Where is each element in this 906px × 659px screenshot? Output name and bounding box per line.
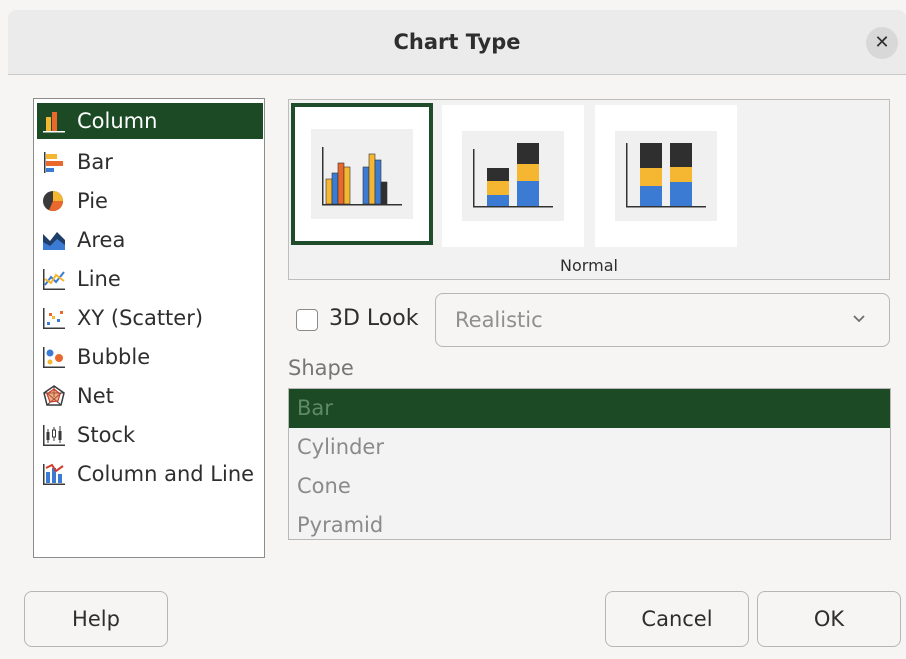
ok-button[interactable]: OK — [757, 591, 901, 647]
cancel-button[interactable]: Cancel — [605, 591, 749, 647]
area-chart-icon — [43, 231, 65, 250]
render-style-dropdown[interactable]: Realistic — [435, 293, 890, 347]
chart-type-stock[interactable]: Stock — [37, 415, 263, 454]
stacked-column-icon — [462, 131, 564, 221]
bar-chart-icon — [44, 151, 63, 173]
chart-type-label: Bar — [77, 149, 113, 174]
shape-label: Shape — [288, 356, 354, 380]
percent-stacked-column-icon — [615, 131, 717, 221]
chart-type-pie[interactable]: Pie — [37, 181, 263, 220]
chart-type-label: Area — [77, 227, 126, 252]
bubble-chart-icon — [43, 346, 65, 368]
column-chart-icon — [43, 112, 65, 133]
chart-type-net[interactable]: Net — [37, 376, 263, 415]
chart-type-label: Column — [77, 109, 158, 133]
shape-item-pyramid[interactable]: Pyramid — [289, 506, 890, 539]
variant-percent-stacked[interactable] — [595, 105, 737, 247]
chart-type-line[interactable]: Line — [37, 259, 263, 298]
close-icon[interactable]: ✕ — [866, 27, 898, 59]
chevron-down-icon — [853, 315, 865, 323]
chart-type-area[interactable]: Area — [37, 220, 263, 259]
title-bar: Chart Type ✕ — [8, 10, 906, 75]
shape-list[interactable]: Bar Cylinder Cone Pyramid — [288, 388, 891, 540]
chart-type-list[interactable]: Column Bar Pie Area Line XY (Scatter) Bu… — [33, 98, 265, 558]
variant-caption: Normal — [560, 256, 618, 275]
shape-item-cone[interactable]: Cone — [289, 467, 890, 506]
variant-normal[interactable] — [291, 103, 433, 245]
pie-chart-icon — [43, 190, 64, 211]
column-line-chart-icon — [43, 463, 65, 485]
line-chart-icon — [43, 268, 65, 290]
variant-stacked[interactable] — [442, 105, 584, 247]
chart-type-label: Line — [77, 266, 121, 291]
shape-item-bar[interactable]: Bar — [289, 389, 890, 428]
normal-column-icon — [311, 129, 413, 219]
chart-type-label: Bubble — [77, 344, 151, 369]
stock-chart-icon — [43, 424, 65, 446]
chart-variants-panel: Normal — [288, 99, 890, 280]
help-button[interactable]: Help — [24, 591, 168, 647]
chart-type-column[interactable]: Column — [37, 103, 263, 139]
3d-look-checkbox[interactable] — [296, 309, 318, 331]
chart-type-label: Column and Line — [77, 461, 255, 486]
shape-item-cylinder[interactable]: Cylinder — [289, 428, 890, 467]
chart-type-xy-scatter[interactable]: XY (Scatter) — [37, 298, 263, 337]
net-chart-icon — [43, 384, 65, 406]
chart-type-bar[interactable]: Bar — [37, 142, 263, 181]
dialog-title: Chart Type — [393, 30, 521, 54]
3d-look-label[interactable]: 3D Look — [329, 306, 418, 331]
chart-type-label: XY (Scatter) — [77, 305, 204, 330]
chart-type-column-and-line[interactable]: Column and Line — [37, 454, 263, 493]
chart-type-label: Stock — [77, 422, 136, 447]
chart-type-dialog: Chart Type ✕ Column Bar Pie Area Line XY… — [0, 0, 906, 659]
scatter-chart-icon — [43, 307, 65, 329]
chart-type-label: Pie — [77, 188, 108, 213]
chart-type-bubble[interactable]: Bubble — [37, 337, 263, 376]
render-style-value: Realistic — [455, 308, 543, 332]
chart-type-label: Net — [77, 383, 114, 408]
